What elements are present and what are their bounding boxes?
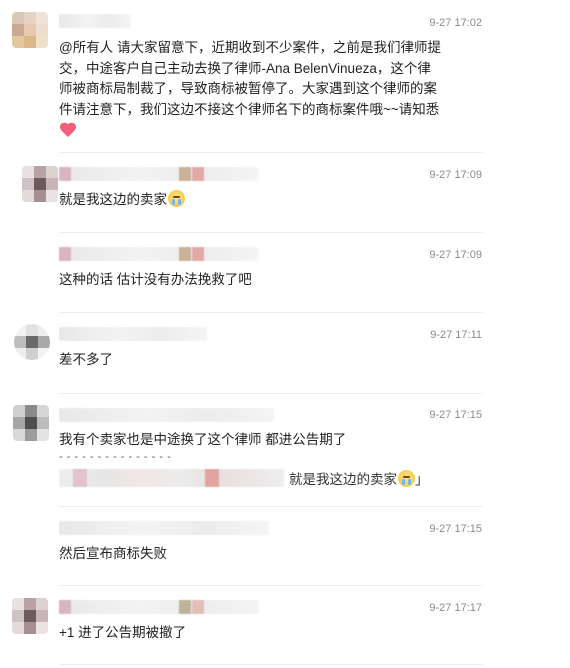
sender-name-blurred [59, 600, 259, 614]
message-text: 这种的话 估计没有办法挽救了吧 [59, 272, 252, 287]
divider [59, 232, 483, 233]
timestamp: 9-27 17:02 [429, 17, 482, 29]
sender-name-blurred [59, 167, 259, 181]
quoted-sender-blurred [59, 469, 284, 487]
quoted-message[interactable]: 就是我这边的卖家 」 [59, 467, 429, 489]
timestamp: 9-27 17:15 [429, 523, 482, 535]
quote-separator: - - - - - - - - - - - - - - - [59, 451, 172, 463]
sender-name-blurred [59, 247, 259, 261]
message-content: 就是我这边的卖家 [59, 192, 167, 207]
timestamp: 9-27 17:09 [429, 169, 482, 181]
message-line: 师被商标局制裁了，导致商标被暂停了。大家遇到这个律师的案 [59, 81, 437, 96]
message-text: @所有人 请大家留意下，近期收到不少案件，之前是我们律师提 交，中途客户自己主动… [59, 38, 479, 143]
timestamp: 9-27 17:15 [429, 409, 482, 421]
sender-name-blurred [59, 521, 269, 535]
message-text: +1 进了公告期被撤了 [59, 625, 187, 640]
quote-end-mark: 」 [415, 472, 429, 487]
divider [59, 152, 483, 153]
avatar[interactable] [13, 405, 49, 441]
quoted-content: 就是我这边的卖家 [289, 472, 397, 487]
divider [59, 664, 483, 665]
timestamp: 9-27 17:17 [429, 602, 482, 614]
avatar[interactable] [22, 166, 58, 202]
heart-emoji [59, 123, 77, 139]
message-line: 件请注意下，我们这边不接这个律师名下的商标案件哦~~请知悉 [59, 101, 440, 117]
divider [59, 585, 483, 586]
message-text: 然后宣布商标失败 [59, 546, 167, 561]
timestamp: 9-27 17:11 [430, 329, 482, 341]
message-line: @所有人 请大家留意下，近期收到不少案件，之前是我们律师提 [59, 40, 441, 55]
message-text: 我有个卖家也是中途换了这个律师 都进公告期了 [59, 432, 347, 447]
sender-name-blurred [59, 327, 207, 341]
crying-emoji [398, 470, 415, 487]
message-text: 就是我这边的卖家 [59, 190, 459, 211]
quoted-text: 就是我这边的卖家 」 [289, 468, 429, 488]
sender-name-blurred [59, 408, 274, 422]
message-text: 差不多了 [59, 352, 113, 367]
crying-emoji [168, 190, 185, 207]
message-line: 交，中途客户自己主动去换了律师-Ana BelenVinueza，这个律 [59, 60, 431, 76]
timestamp: 9-27 17:09 [429, 249, 482, 261]
divider [59, 393, 483, 394]
divider [59, 312, 483, 313]
divider [59, 506, 483, 507]
avatar[interactable] [14, 324, 50, 360]
sender-name-blurred [59, 14, 131, 28]
avatar[interactable] [12, 12, 48, 48]
avatar[interactable] [12, 598, 48, 634]
